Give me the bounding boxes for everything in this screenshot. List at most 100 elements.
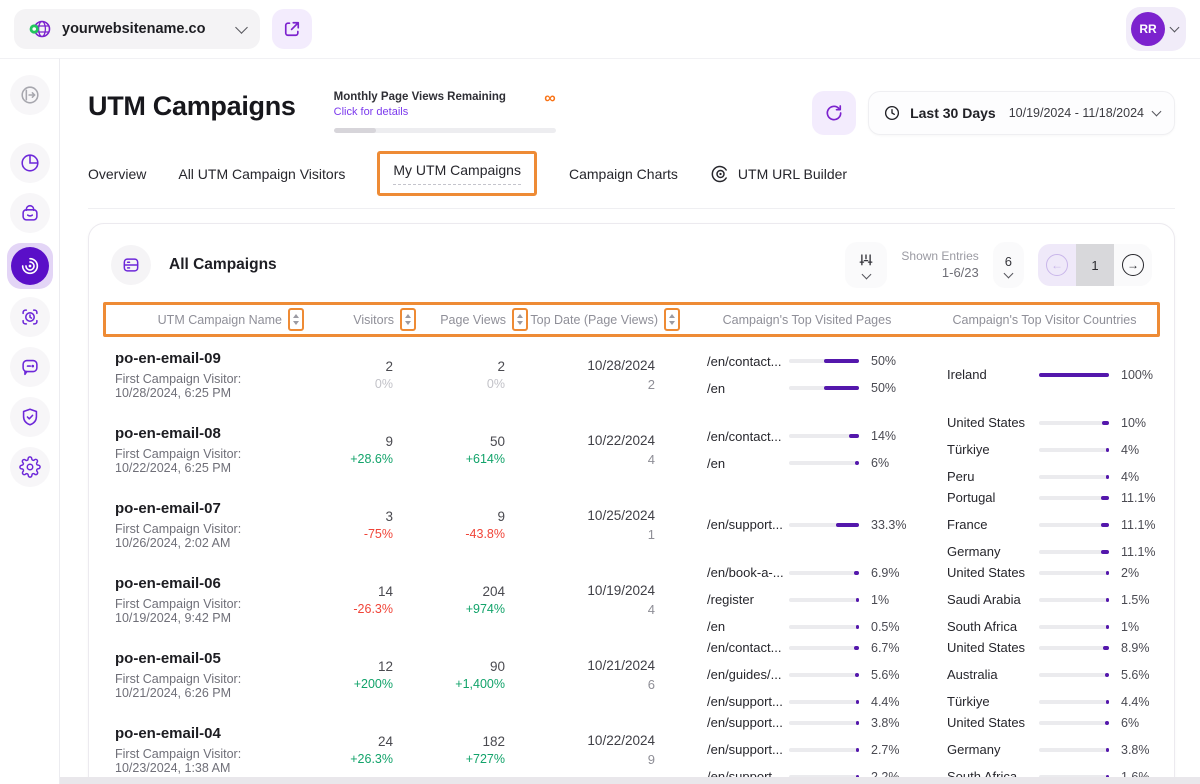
next-page-button[interactable]: → <box>1114 244 1152 286</box>
campaign-name: po-en-email-09 <box>115 350 303 367</box>
visitors-cell: 3-75% <box>303 509 415 541</box>
page-views-cell: 20% <box>415 359 527 391</box>
first-visitor-date: First Campaign Visitor: 10/21/2024, 6:26… <box>115 672 303 700</box>
share-bar <box>1039 700 1109 704</box>
list-item: /en0.5% <box>707 617 929 637</box>
share-bar <box>789 625 859 629</box>
sort-control[interactable] <box>400 308 416 331</box>
share-bar-fill <box>856 721 860 725</box>
share-percent: 5.6% <box>1121 668 1150 682</box>
list-item: /en/contact...50% <box>707 351 929 371</box>
page-label: /en <box>707 456 789 471</box>
share-bar-fill <box>856 625 860 629</box>
share-bar <box>1039 523 1109 527</box>
share-bar-fill <box>1102 421 1109 425</box>
column-label: Page Views <box>440 313 506 327</box>
topbar: yourwebsitename.co RR <box>0 0 1200 58</box>
share-percent: 11.1% <box>1121 491 1156 505</box>
share-bar-fill <box>1039 373 1109 377</box>
page-size-select[interactable]: 6 <box>993 242 1024 288</box>
visitors-change: +28.6% <box>303 452 393 466</box>
list-item: United States10% <box>947 413 1160 433</box>
page-views-change: -43.8% <box>415 527 505 541</box>
visitors-change: +26.3% <box>303 752 393 766</box>
share-percent: 50% <box>871 354 896 368</box>
sidebar-item-products[interactable] <box>10 193 50 233</box>
page-views-value: 182 <box>415 734 505 749</box>
quota-progress-bar <box>334 128 556 133</box>
page-views-change: +727% <box>415 752 505 766</box>
sort-control[interactable] <box>664 308 680 331</box>
sidebar-item-settings[interactable] <box>10 447 50 487</box>
quota-details-link[interactable]: Click for details <box>334 106 506 118</box>
top-date-value: 10/21/2024 <box>527 658 655 673</box>
tab-utm-url-builder[interactable]: UTM URL Builder <box>710 155 847 193</box>
filter-button[interactable] <box>845 242 887 288</box>
top-countries-list: United States2%Saudi Arabia1.5%South Afr… <box>929 563 1160 637</box>
list-item: United States8.9% <box>947 638 1160 658</box>
sidebar-item-dashboard[interactable] <box>10 143 50 183</box>
sidebar-toggle[interactable] <box>10 75 50 115</box>
sidebar-item-sessions[interactable] <box>10 297 50 337</box>
user-menu[interactable]: RR <box>1126 7 1186 51</box>
visitors-value: 9 <box>303 434 393 449</box>
share-bar <box>1039 625 1109 629</box>
prev-page-button[interactable]: ← <box>1038 244 1076 286</box>
share-percent: 11.1% <box>1121 518 1156 532</box>
tab-campaign-charts[interactable]: Campaign Charts <box>569 157 678 191</box>
sort-control[interactable] <box>512 308 528 331</box>
tab-label: My UTM Campaigns <box>393 162 521 185</box>
chat-icon <box>19 356 41 378</box>
page-views-value: 50 <box>415 434 505 449</box>
share-percent: 33.3% <box>871 518 906 532</box>
country-label: Germany <box>947 742 1039 757</box>
visitors-cell: 24+26.3% <box>303 734 415 766</box>
campaign-name: po-en-email-04 <box>115 725 303 742</box>
current-page[interactable]: 1 <box>1076 244 1114 286</box>
page-label: /en/support... <box>707 715 789 730</box>
campaign-name: po-en-email-07 <box>115 500 303 517</box>
top-date-value: 10/28/2024 <box>527 358 655 373</box>
tab-my-utm-campaigns[interactable]: My UTM Campaigns <box>377 151 537 196</box>
share-bar <box>1039 475 1109 479</box>
sidebar-item-feedback[interactable] <box>10 347 50 387</box>
site-selector[interactable]: yourwebsitename.co <box>14 9 260 49</box>
tab-overview[interactable]: Overview <box>88 157 146 191</box>
table-row: po-en-email-06First Campaign Visitor: 10… <box>103 562 1160 637</box>
refresh-button[interactable] <box>812 91 856 135</box>
share-bar <box>789 646 859 650</box>
visitors-change: +200% <box>303 677 393 691</box>
sort-desc-icon <box>517 321 523 325</box>
share-bar-fill <box>1106 448 1110 452</box>
share-bar <box>1039 448 1109 452</box>
sort-desc-icon <box>405 321 411 325</box>
date-range-picker[interactable]: Last 30 Days 10/19/2024 - 11/18/2024 <box>868 91 1175 135</box>
share-percent: 2.7% <box>871 743 900 757</box>
page-views-change: 0% <box>415 377 505 391</box>
sort-asc-icon <box>405 314 411 318</box>
chevron-down-icon <box>235 21 248 34</box>
share-bar <box>1039 646 1109 650</box>
sidebar-item-campaigns[interactable] <box>7 243 53 289</box>
country-label: Ireland <box>947 367 1039 382</box>
page-views-change: +614% <box>415 452 505 466</box>
tab-all-utm-campaign-visitors[interactable]: All UTM Campaign Visitors <box>178 157 345 191</box>
campaign-name-cell: po-en-email-06First Campaign Visitor: 10… <box>103 575 303 625</box>
chevron-down-icon <box>861 270 871 280</box>
column-label: UTM Campaign Name <box>158 313 282 327</box>
top-pages-list: /en/support...3.8%/en/support...2.7%/en/… <box>679 713 929 784</box>
sidebar-item-privacy[interactable] <box>10 397 50 437</box>
share-bar-fill <box>1105 721 1109 725</box>
open-site-button[interactable] <box>272 9 312 49</box>
share-bar-fill <box>1101 496 1109 500</box>
page-label: /en/support... <box>707 517 789 532</box>
list-item: /en/book-a-...6.9% <box>707 563 929 583</box>
visitors-cell: 20% <box>303 359 415 391</box>
list-item: Germany11.1% <box>947 542 1160 562</box>
sort-control[interactable] <box>288 308 304 331</box>
share-percent: 2% <box>1121 566 1139 580</box>
page-label: /en/support... <box>707 742 789 757</box>
top-date-cell: 10/19/20244 <box>527 583 679 617</box>
share-percent: 4% <box>1121 470 1139 484</box>
campaign-name: po-en-email-08 <box>115 425 303 442</box>
